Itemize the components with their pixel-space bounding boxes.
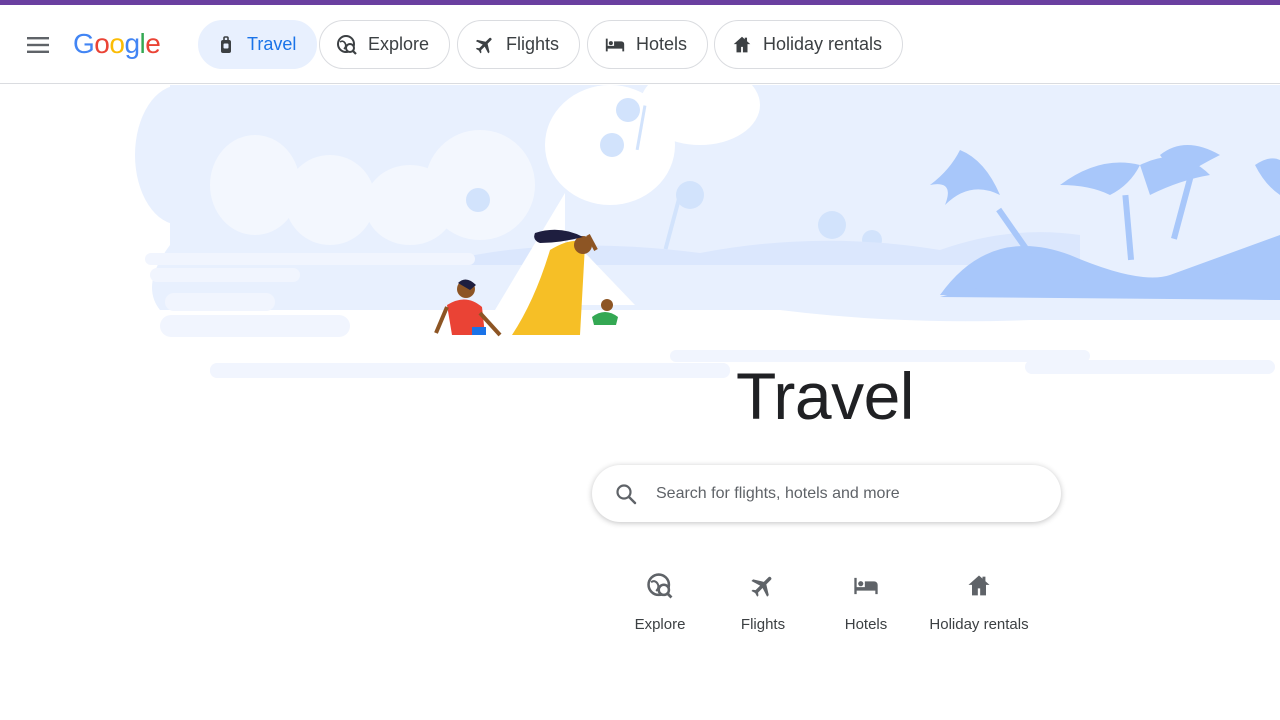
flight-icon — [474, 34, 496, 56]
quick-link-holiday-rentals[interactable]: Holiday rentals — [920, 568, 1038, 633]
logo-letter: o — [109, 28, 125, 59]
quick-link-label: Explore — [634, 616, 686, 633]
tab-explore[interactable]: Explore — [319, 20, 451, 69]
tab-label: Travel — [247, 34, 297, 54]
quick-link-label: Hotels — [844, 616, 888, 633]
luggage-icon — [215, 34, 237, 56]
tab-flights[interactable]: Flights — [457, 20, 581, 69]
house-icon — [731, 34, 753, 56]
tab-label: Holiday rentals — [763, 34, 883, 54]
flight-icon — [745, 568, 781, 604]
quick-link-label: Holiday rentals — [929, 616, 1029, 633]
tab-label: Explore — [368, 34, 430, 54]
explore-icon — [642, 568, 678, 604]
tab-label: Flights — [506, 34, 560, 54]
search-icon — [612, 480, 640, 508]
tab-label: Hotels — [636, 34, 688, 54]
tab-travel[interactable]: Travel — [198, 20, 318, 69]
quick-link-explore[interactable]: Explore — [624, 568, 696, 633]
travel-scene-illustration — [135, 85, 1280, 378]
tab-hotels[interactable]: Hotels — [587, 20, 709, 69]
search-bar[interactable] — [592, 465, 1061, 522]
page-title: Travel — [736, 359, 914, 433]
quick-link-flights[interactable]: Flights — [727, 568, 799, 633]
search-input[interactable] — [656, 484, 1016, 503]
house-icon — [961, 568, 997, 604]
hotel-bed-icon — [604, 34, 626, 56]
tab-holiday-rentals[interactable]: Holiday rentals — [714, 20, 904, 69]
quick-link-label: Flights — [740, 616, 786, 633]
explore-icon — [336, 34, 358, 56]
hero-illustration — [0, 85, 1280, 405]
hotel-bed-icon — [848, 568, 884, 604]
hamburger-menu-icon — [27, 37, 49, 53]
logo-letter: e — [145, 28, 161, 59]
logo-letter: G — [73, 28, 95, 59]
main-menu-button[interactable] — [22, 29, 54, 61]
logo-letter: g — [124, 28, 140, 59]
logo-letter: o — [94, 28, 110, 59]
app-header: Google Travel Explore Flights Hotels Hol… — [0, 5, 1280, 84]
quick-link-hotels[interactable]: Hotels — [830, 568, 902, 633]
google-logo[interactable]: Google — [73, 27, 161, 61]
